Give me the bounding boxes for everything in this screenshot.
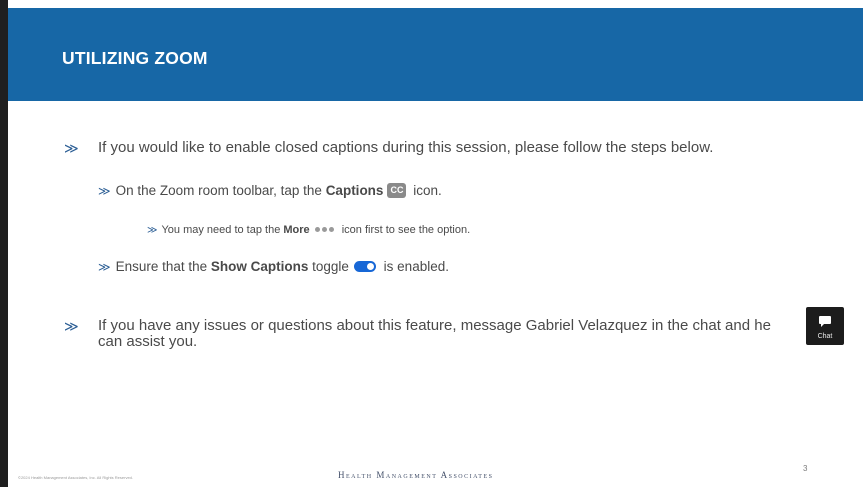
chevron-icon: ≫	[98, 184, 111, 198]
bullet-captions-intro: ≫ If you would like to enable closed cap…	[64, 139, 784, 157]
bullet-captions-icon: ≫ On the Zoom room toolbar, tap the Capti…	[98, 183, 442, 199]
footer-brand: Health Management Associates	[338, 470, 494, 480]
page-number: 3	[803, 464, 808, 473]
slide-header: UTILIZING ZOOM	[8, 8, 863, 101]
more-dots-icon	[314, 222, 335, 236]
bullet-text: If you have any issues or questions abou…	[98, 317, 771, 350]
cc-icon: CC	[387, 183, 407, 198]
chevron-icon: ≫	[64, 140, 79, 156]
bullet-text: If you would like to enable closed capti…	[98, 139, 714, 156]
chat-button[interactable]: Chat	[806, 307, 844, 345]
chat-button-label: Chat	[817, 333, 833, 340]
bullet-text: icon.	[409, 183, 442, 198]
bullet-bold: More	[283, 224, 310, 236]
bullet-bold: Show Captions	[210, 259, 309, 274]
slide-title: UTILIZING ZOOM	[62, 48, 208, 68]
chat-bubble-icon	[819, 316, 831, 327]
footer-copyright: ©2024 Health Management Associates, Inc.…	[18, 475, 134, 480]
slide: UTILIZING ZOOM ≫ If you would like to en…	[8, 0, 863, 487]
bullet-more-icon: ≫ You may need to tap the More icon first…	[147, 222, 470, 238]
bullet-show-captions: ≫ Ensure that the Show Captions toggle is…	[98, 259, 449, 275]
chevron-icon: ≫	[147, 225, 158, 236]
bullet-bold: Captions	[325, 183, 384, 198]
bullet-text: Ensure that the	[115, 259, 211, 274]
bullet-support: ≫ If you have any issues or questions ab…	[64, 318, 784, 350]
bullet-text: You may need to tap the	[161, 224, 284, 236]
bullet-text: icon first to see the option.	[338, 224, 471, 236]
bullet-text: On the Zoom room toolbar, tap the	[115, 183, 326, 198]
chevron-icon: ≫	[64, 318, 79, 334]
toggle-icon	[353, 261, 376, 272]
bullet-text: toggle	[308, 259, 349, 274]
chevron-icon: ≫	[98, 260, 111, 274]
bullet-text: is enabled.	[379, 259, 449, 274]
